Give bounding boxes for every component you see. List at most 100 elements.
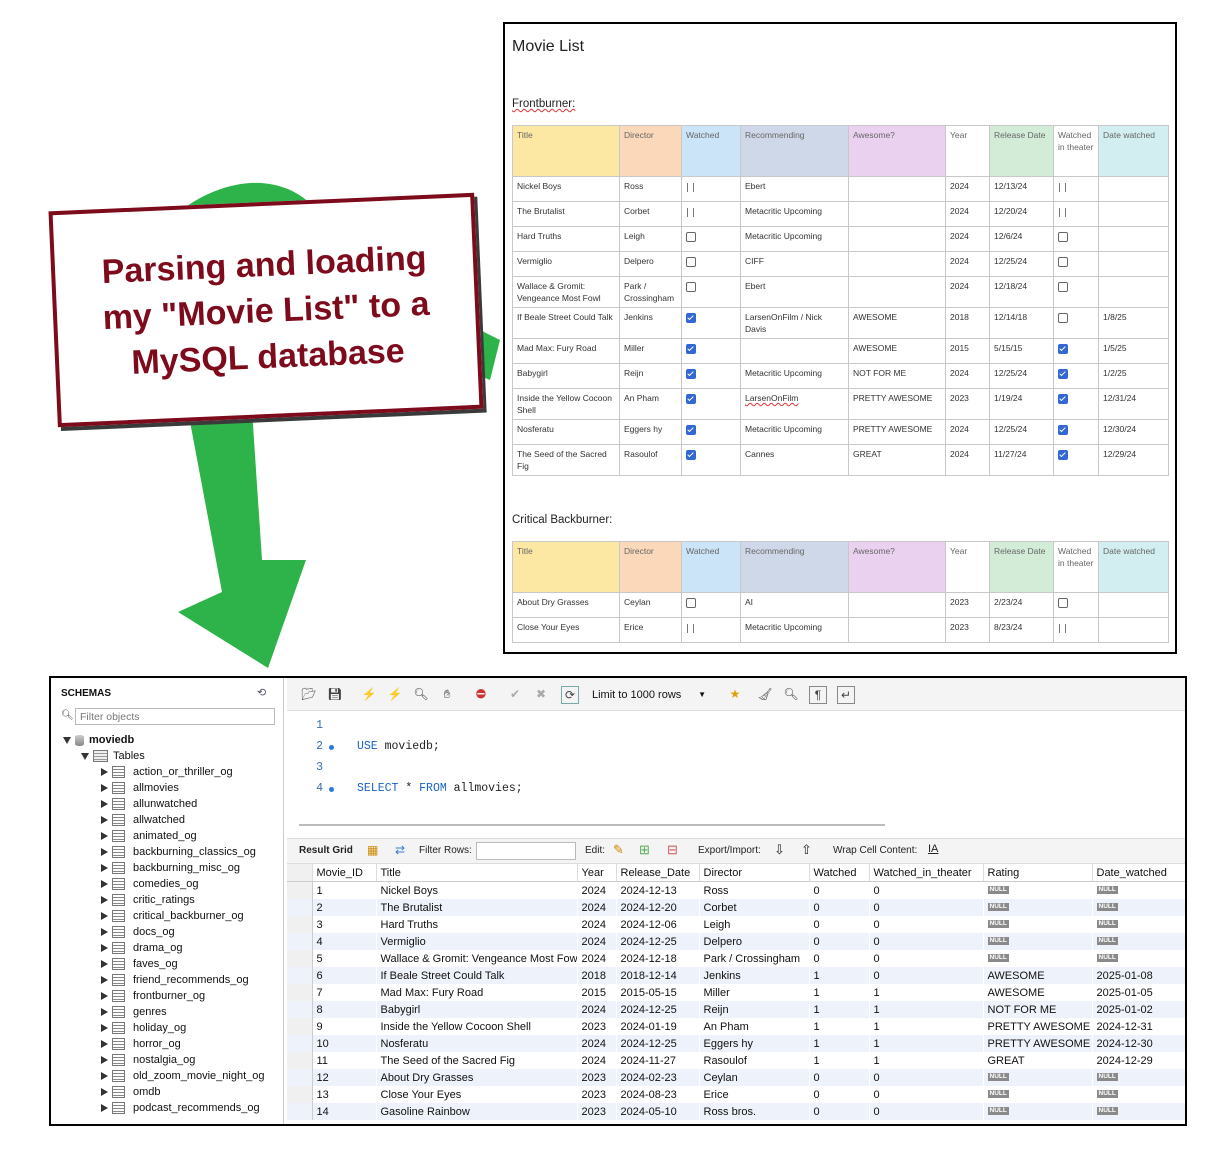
grid-cell-title[interactable]: The Seed of the Sacred Fig: [376, 1052, 577, 1069]
grid-cell-release-date[interactable]: 2018-12-14: [616, 967, 699, 984]
grid-cell-watched[interactable]: 1: [809, 967, 869, 984]
sql-editor[interactable]: 1 2 USE moviedb; 3 4 SELECT * FROM allmovies;: [287, 711, 1185, 821]
expand-arrow-icon[interactable]: [101, 992, 108, 1001]
table-node[interactable]: allunwatched: [101, 796, 197, 812]
grid-cell-director[interactable]: Ceylan: [699, 1069, 809, 1086]
grid-cell-watched[interactable]: 1: [809, 1052, 869, 1069]
grid-cell-watched[interactable]: 0: [809, 882, 869, 900]
find-icon[interactable]: 🔍︎: [783, 686, 799, 702]
grid-cell-watched-in-theater[interactable]: 0: [869, 899, 983, 916]
grid-cell-director[interactable]: Ross bros.: [699, 1103, 809, 1120]
grid-cell-watched-in-theater[interactable]: 1: [869, 1035, 983, 1052]
grid-cell-watched-in-theater[interactable]: 0: [869, 1103, 983, 1120]
grid-cell-movie-id[interactable]: 11: [312, 1052, 376, 1069]
grid-cell-date-watched[interactable]: 2024-12-29: [1092, 1052, 1185, 1069]
grid-cell-year[interactable]: 2023: [577, 1018, 616, 1035]
grid-cell-release-date[interactable]: 2024-12-25: [616, 1035, 699, 1052]
grid-cell-date-watched[interactable]: 2025-01-05: [1092, 984, 1185, 1001]
grid-cell-date-watched[interactable]: 2025-01-02: [1092, 1001, 1185, 1018]
grid-cell-rating[interactable]: NULL: [983, 916, 1092, 933]
expand-arrow-icon[interactable]: [101, 960, 108, 969]
grid-cell-year[interactable]: 2024: [577, 950, 616, 967]
grid-cell-watched-in-theater[interactable]: 1: [869, 1018, 983, 1035]
table-node[interactable]: allmovies: [101, 780, 179, 796]
grid-cell-watched-in-theater[interactable]: 0: [869, 1086, 983, 1103]
grid-cell-year[interactable]: 2024: [577, 899, 616, 916]
grid-cell-year[interactable]: 2024: [577, 933, 616, 950]
grid-cell-rating[interactable]: NULL: [983, 933, 1092, 950]
table-row[interactable]: 5 Wallace & Gromit: Vengeance Most Fowl 20…: [287, 950, 1185, 967]
grid-cell-director[interactable]: Miller: [699, 984, 809, 1001]
wrap-cell-icon[interactable]: IA: [928, 843, 938, 855]
theater-checkbox[interactable]: [1058, 281, 1068, 292]
filter-objects-input[interactable]: Filter objects: [75, 708, 275, 725]
row-marker[interactable]: [287, 1001, 313, 1018]
grid-cell-watched[interactable]: 0: [809, 933, 869, 950]
editor-horizontal-scrollbar[interactable]: [299, 824, 885, 826]
grid-cell-watched[interactable]: 0: [809, 916, 869, 933]
table-node[interactable]: drama_og: [101, 940, 183, 956]
grid-cell-movie-id[interactable]: 6: [312, 967, 376, 984]
grid-cell-title[interactable]: Close Your Eyes: [376, 1086, 577, 1103]
grid-cell-director[interactable]: Rasoulof: [699, 1052, 809, 1069]
grid-cell-movie-id[interactable]: 12: [312, 1069, 376, 1086]
theater-checkbox[interactable]: [1058, 393, 1068, 404]
insert-row-icon[interactable]: ⊞: [639, 842, 650, 858]
theater-checkbox[interactable]: [1058, 231, 1068, 242]
row-marker[interactable]: [287, 1035, 313, 1052]
grid-cell-release-date[interactable]: 2024-01-19: [616, 1018, 699, 1035]
row-marker[interactable]: [287, 1086, 313, 1103]
watched-checkbox[interactable]: [686, 312, 696, 323]
refresh-rows-icon[interactable]: ⇄: [395, 843, 405, 857]
table-row[interactable]: 8 Babygirl 2024 2024-12-25 Reijn 1 1 NOT FOR ME…: [287, 1001, 1185, 1018]
grid-cell-rating[interactable]: AWESOME: [983, 984, 1092, 1001]
theater-checkbox[interactable]: [1058, 623, 1068, 633]
theater-checkbox[interactable]: [1058, 182, 1068, 192]
grid-cell-title[interactable]: Mad Max: Fury Road: [376, 984, 577, 1001]
grid-cell-watched-in-theater[interactable]: 0: [869, 950, 983, 967]
grid-cell-year[interactable]: 2024: [577, 1035, 616, 1052]
beautify-icon[interactable]: 🧹︎: [757, 686, 773, 702]
grid-cell-title[interactable]: Nosferatu: [376, 1035, 577, 1052]
expand-arrow-icon[interactable]: [101, 1056, 108, 1065]
grid-cell-date-watched[interactable]: NULL: [1092, 1069, 1185, 1086]
grid-cell-year[interactable]: 2023: [577, 1103, 616, 1120]
explain-icon[interactable]: 🔍︎: [413, 686, 429, 702]
grid-cell-rating[interactable]: NULL: [983, 882, 1092, 900]
table-row[interactable]: 4 Vermiglio 2024 2024-12-25 Delpero 0 0 NULL NUL…: [287, 933, 1185, 950]
grid-cell-title[interactable]: The Brutalist: [376, 899, 577, 916]
table-node[interactable]: holiday_og: [101, 1020, 186, 1036]
grid-cell-release-date[interactable]: 2024-12-18: [616, 950, 699, 967]
watched-checkbox[interactable]: [686, 449, 696, 460]
theater-checkbox[interactable]: [1058, 343, 1068, 354]
grid-cell-movie-id[interactable]: 2: [312, 899, 376, 916]
grid-cell-watched-in-theater[interactable]: 0: [869, 1069, 983, 1086]
grid-cell-title[interactable]: Nickel Boys: [376, 882, 577, 900]
grid-cell-watched[interactable]: 1: [809, 1018, 869, 1035]
grid-cell-watched[interactable]: 0: [809, 1086, 869, 1103]
stop-icon[interactable]: ✋︎: [439, 686, 455, 702]
table-node[interactable]: critical_backburner_og: [101, 908, 244, 924]
result-grid-tab[interactable]: Result Grid: [299, 845, 353, 856]
grid-cell-watched[interactable]: 0: [809, 1069, 869, 1086]
table-node[interactable]: frontburner_og: [101, 988, 205, 1004]
autocommit-icon[interactable]: ⟳: [561, 686, 579, 704]
table-node[interactable]: genres: [101, 1004, 167, 1020]
grid-cell-release-date[interactable]: 2024-12-13: [616, 882, 699, 900]
edit-row-icon[interactable]: ✎: [613, 842, 624, 858]
execute-current-icon[interactable]: ⚡: [387, 686, 403, 702]
grid-cell-title[interactable]: If Beale Street Could Talk: [376, 967, 577, 984]
grid-cell-release-date[interactable]: 2024-12-25: [616, 1001, 699, 1018]
grid-cell-director[interactable]: Reijn: [699, 1001, 809, 1018]
table-row[interactable]: 2 The Brutalist 2024 2024-12-20 Corbet 0 0 NULL…: [287, 899, 1185, 916]
row-marker[interactable]: [287, 1018, 313, 1035]
expand-arrow-icon[interactable]: [101, 912, 108, 921]
grid-cell-release-date[interactable]: 2024-12-20: [616, 899, 699, 916]
add-snippet-icon[interactable]: ★: [727, 686, 743, 702]
grid-cell-movie-id[interactable]: 13: [312, 1086, 376, 1103]
expand-arrow-icon[interactable]: [101, 1024, 108, 1033]
grid-cell-director[interactable]: Leigh: [699, 916, 809, 933]
table-row[interactable]: 10 Nosferatu 2024 2024-12-25 Eggers hy 1 1 PRET…: [287, 1035, 1185, 1052]
grid-cell-movie-id[interactable]: 7: [312, 984, 376, 1001]
expand-arrow-icon[interactable]: [101, 784, 108, 793]
